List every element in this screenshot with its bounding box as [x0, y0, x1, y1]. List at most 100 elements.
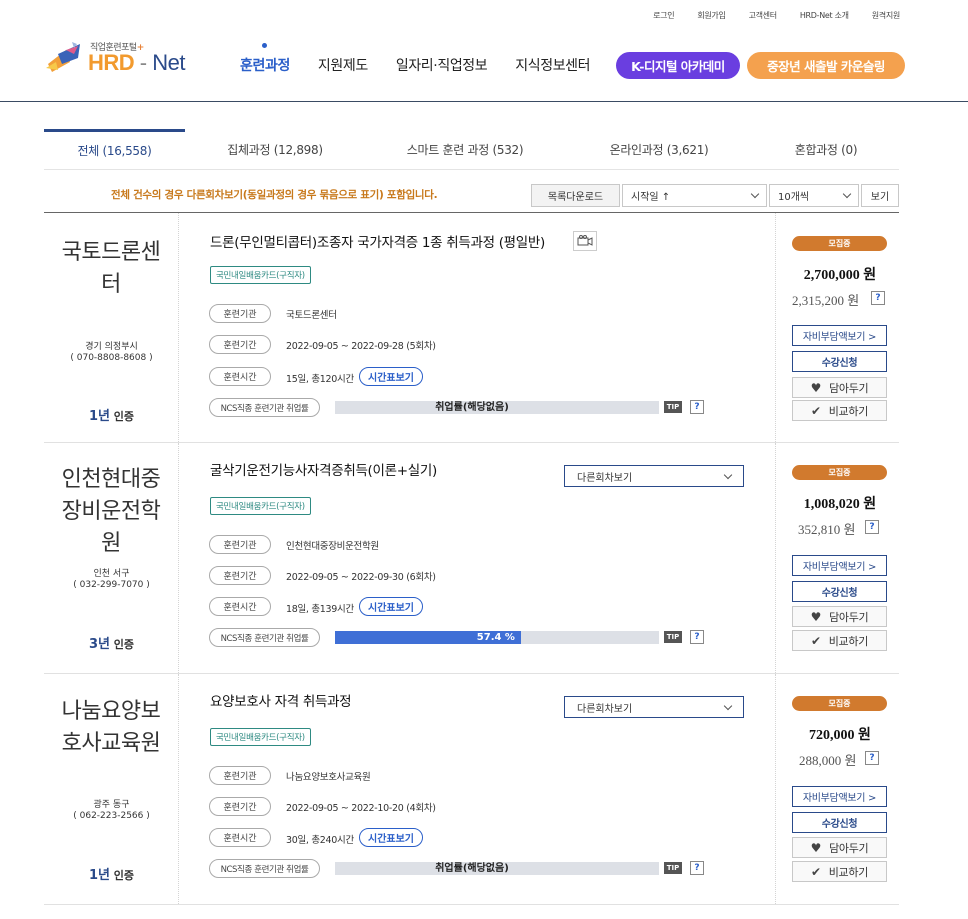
- card-type-tag: 국민내일배움카드(구직자): [210, 728, 311, 746]
- hours-value: 30일, 총240시간: [286, 835, 354, 846]
- institution-name-line: 인천현대중: [61, 467, 161, 492]
- institution-name[interactable]: 나눔요양보 호사교육원: [44, 674, 178, 760]
- period-label: 훈련기간: [209, 566, 271, 585]
- tab-blended[interactable]: 혼합과정 (0): [753, 129, 899, 169]
- main-nav: 훈련과정 지원제도 일자리·직업정보 지식정보센터: [240, 43, 618, 75]
- employment-rate-bar: 취업률(해당없음): [335, 401, 659, 414]
- signup-link[interactable]: 회원가입: [697, 10, 726, 21]
- apply-button[interactable]: 수강신청: [792, 581, 887, 602]
- self-pay-price: 288,000 원: [799, 753, 857, 768]
- price-column: 모집중 1,008,020 원 352,810 원 ? 자비부담액보기 > 수강…: [775, 443, 899, 673]
- nav-training-courses[interactable]: 훈련과정: [240, 43, 290, 75]
- course-title[interactable]: 드론(무인멀티콥터)조종자 국가자격증 1종 취득과정 (평일반): [210, 231, 545, 251]
- cost-view-button[interactable]: 자비부담액보기 >: [792, 786, 887, 807]
- hours-label: 훈련시간: [209, 367, 271, 386]
- ncs-label: NCS직종 훈련기관 취업률: [209, 628, 320, 647]
- org-label: 훈련기관: [209, 766, 271, 785]
- institution-cell: 나눔요양보 호사교육원 광주 동구( 062-223-2566 ) 1년 인증: [44, 674, 179, 904]
- institution-address: 경기 의정부시( 070-8808-8608 ): [70, 342, 153, 363]
- wishlist-button[interactable]: ♥ 담아두기: [792, 837, 887, 858]
- compare-button[interactable]: ✔ 비교하기: [792, 861, 887, 882]
- employment-rate-text: 취업률(해당없음): [435, 402, 509, 413]
- institution-name-line: 터: [101, 272, 121, 297]
- institution-name-line: 나눔요양보: [61, 699, 161, 724]
- counseling-button[interactable]: 중장년 새출발 카운슬링: [747, 52, 905, 79]
- cost-view-button[interactable]: 자비부담액보기 >: [792, 555, 887, 576]
- wishlist-button[interactable]: ♥ 담아두기: [792, 606, 887, 627]
- logo-text: HRD - Net: [88, 50, 185, 75]
- tip-badge[interactable]: TIP: [664, 862, 682, 874]
- other-session-label: 다른회차보기: [577, 703, 633, 715]
- nav-job-info[interactable]: 일자리·직업정보: [396, 55, 488, 75]
- logo-mark-icon: [46, 42, 80, 72]
- price-column: 모집중 720,000 원 288,000 원 ? 자비부담액보기 > 수강신청…: [775, 674, 899, 904]
- nav-knowledge-center[interactable]: 지식정보센터: [515, 55, 590, 75]
- tab-all[interactable]: 전체 (16,558): [44, 129, 185, 169]
- compare-button[interactable]: ✔ 비교하기: [792, 630, 887, 651]
- heart-icon: ♥: [810, 380, 822, 395]
- about-link[interactable]: HRD-Net 소개: [800, 10, 849, 21]
- period-value: 2022-09-05 ~ 2022-10-20 (4회차): [286, 803, 436, 814]
- chevron-down-icon: [842, 189, 852, 199]
- timetable-button[interactable]: 시간표보기: [359, 597, 423, 616]
- tab-classroom[interactable]: 집체과정 (12,898): [185, 129, 365, 169]
- self-pay-price: 352,810 원: [798, 522, 856, 537]
- heart-icon: ♥: [810, 840, 822, 855]
- check-icon: ✔: [810, 633, 821, 648]
- tip-badge[interactable]: TIP: [664, 631, 682, 643]
- compare-button[interactable]: ✔ 비교하기: [792, 400, 887, 421]
- recruiting-badge: 모집중: [792, 236, 887, 251]
- institution-address: 인천 서구( 032-299-7070 ): [73, 569, 150, 590]
- k-digital-academy-button[interactable]: K-디지털 아카데미: [616, 52, 740, 79]
- tab-online[interactable]: 온라인과정 (3,621): [565, 129, 753, 169]
- institution-name-line: 국토드론센: [61, 240, 161, 265]
- chevron-down-icon: [750, 189, 760, 199]
- page-size-select[interactable]: 10개씩: [769, 184, 859, 207]
- nav-support-system[interactable]: 지원제도: [318, 55, 368, 75]
- course-title[interactable]: 굴삭기운전기능사자격증취득(이론+실기): [210, 459, 437, 479]
- other-session-select[interactable]: 다른회차보기: [564, 696, 744, 718]
- video-camera-icon[interactable]: [573, 231, 597, 251]
- help-icon[interactable]: ?: [690, 400, 704, 414]
- institution-name-line: 호사교육원: [61, 731, 161, 756]
- hours-value: 18일, 총139시간: [286, 604, 354, 615]
- course-title[interactable]: 요양보호사 자격 취득과정: [210, 690, 352, 710]
- employment-rate-text: 취업률(해당없음): [435, 863, 509, 874]
- course-price: 720,000 원: [809, 728, 871, 743]
- course-type-tabs: 전체 (16,558) 집체과정 (12,898) 스마트 훈련 과정 (532…: [44, 129, 899, 170]
- help-icon[interactable]: ?: [865, 751, 879, 765]
- view-button[interactable]: 보기: [861, 184, 899, 207]
- login-link[interactable]: 로그인: [653, 10, 674, 21]
- help-icon[interactable]: ?: [690, 630, 704, 644]
- timetable-button[interactable]: 시간표보기: [359, 828, 423, 847]
- institution-name[interactable]: 국토드론센 터: [44, 213, 178, 301]
- institution-name[interactable]: 인천현대중 장비운전학 원: [44, 443, 178, 560]
- apply-button[interactable]: 수강신청: [792, 351, 887, 372]
- cost-view-button[interactable]: 자비부담액보기 >: [792, 325, 887, 346]
- course-price: 2,700,000 원: [803, 268, 877, 283]
- other-session-select[interactable]: 다른회차보기: [564, 465, 744, 487]
- timetable-button[interactable]: 시간표보기: [359, 367, 423, 386]
- sort-select[interactable]: 시작일 ↑: [622, 184, 767, 207]
- tab-smart[interactable]: 스마트 훈련 과정 (532): [365, 129, 565, 169]
- count-notice: 전체 건수의 경우 다른회차보기(동일과정의 경우 묶음으로 표기) 포함입니다…: [111, 189, 438, 201]
- help-icon[interactable]: ?: [690, 861, 704, 875]
- apply-button[interactable]: 수강신청: [792, 812, 887, 833]
- card-type-tag: 국민내일배움카드(구직자): [210, 266, 311, 284]
- card-type-tag: 국민내일배움카드(구직자): [210, 497, 311, 515]
- certification-badge: 3년 인증: [88, 637, 135, 652]
- help-icon[interactable]: ?: [865, 520, 879, 534]
- org-value: 인천현대중장비운전학원: [286, 541, 379, 552]
- site-logo[interactable]: 직업훈련포털+ HRD - Net: [44, 38, 194, 78]
- course-row: 인천현대중 장비운전학 원 인천 서구( 032-299-7070 ) 3년 인…: [44, 443, 899, 674]
- sort-value: 시작일 ↑: [631, 192, 671, 203]
- price-column: 모집중 2,700,000 원 2,315,200 원 ? 자비부담액보기 > …: [775, 213, 899, 442]
- wishlist-button[interactable]: ♥ 담아두기: [792, 377, 887, 398]
- tip-badge[interactable]: TIP: [664, 401, 682, 413]
- check-icon: ✔: [810, 403, 821, 418]
- list-download-button[interactable]: 목록다운로드: [531, 184, 620, 207]
- help-icon[interactable]: ?: [871, 291, 885, 305]
- institution-address: 광주 동구( 062-223-2566 ): [73, 800, 150, 821]
- customer-center-link[interactable]: 고객센터: [749, 10, 778, 21]
- remote-support-link[interactable]: 원격지원: [872, 10, 901, 21]
